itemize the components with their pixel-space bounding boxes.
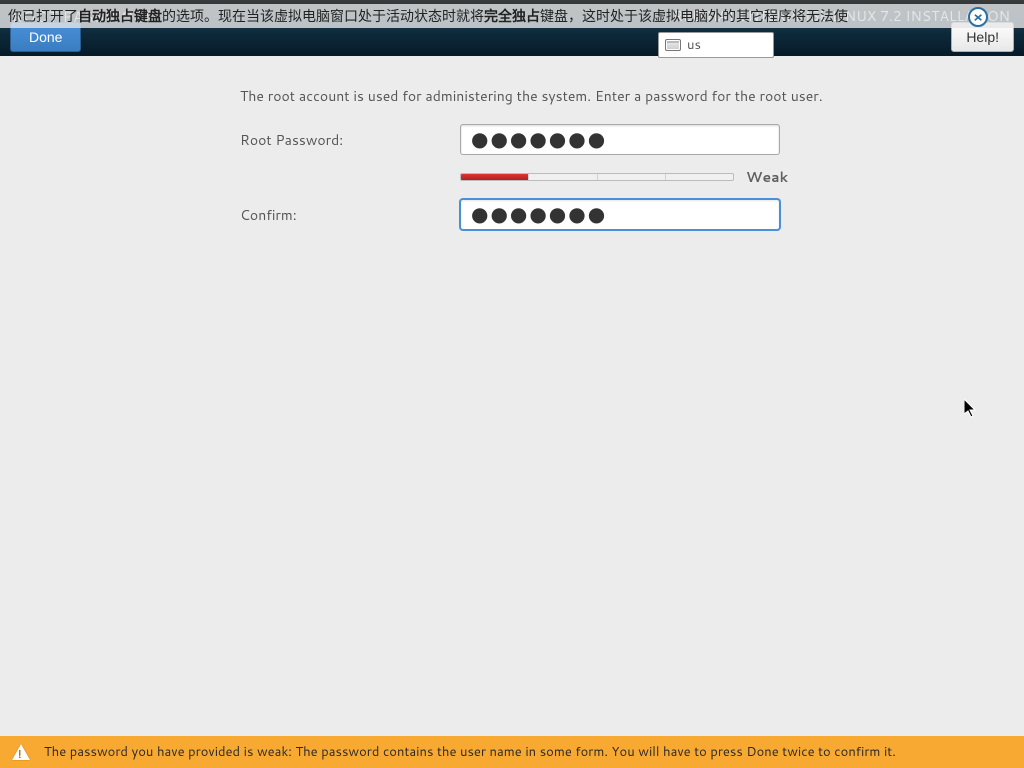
strength-seg-1	[461, 174, 529, 180]
keyboard-icon	[665, 39, 681, 51]
password-strength-meter	[460, 173, 734, 181]
notice-text-bold1: 自动独占键盘	[78, 6, 162, 26]
vm-keyboard-capture-notice: 你已打开了 自动独占键盘 的选项。现在当该虚拟电脑窗口处于活动状态时就将 完全独…	[0, 4, 1024, 28]
warning-text: The password you have provided is weak: …	[44, 743, 896, 761]
warning-bar: The password you have provided is weak: …	[0, 736, 1024, 768]
password-strength-row: Weak	[0, 167, 1024, 187]
main-content: The root account is used for administeri…	[0, 56, 1024, 230]
confirm-password-input[interactable]: ●●●●●●●	[460, 199, 780, 230]
root-password-label: Root Password:	[0, 130, 460, 150]
notice-text-post: 键盘，这时处于该虚拟电脑外的其它程序将无法使	[540, 6, 848, 26]
keyboard-layout-selector[interactable]: us	[658, 32, 774, 58]
strength-seg-2	[529, 174, 597, 180]
notice-text-pre: 你已打开了	[8, 6, 78, 26]
password-strength-label: Weak	[746, 167, 788, 187]
keyboard-layout-label: us	[687, 36, 701, 54]
confirm-password-label: Confirm:	[0, 205, 460, 225]
top-bar: ROOT PASSWORD RED HAT ENTERPRISE LINUX 7…	[0, 0, 1024, 56]
confirm-password-row: Confirm: ●●●●●●●	[0, 199, 1024, 230]
strength-seg-4	[666, 174, 733, 180]
notice-text-mid: 的选项。现在当该虚拟电脑窗口处于活动状态时就将	[162, 6, 484, 26]
instruction-text: The root account is used for administeri…	[240, 86, 1024, 106]
strength-seg-3	[598, 174, 666, 180]
root-password-input[interactable]: ●●●●●●●	[460, 124, 780, 155]
close-icon[interactable]: ×	[968, 7, 988, 27]
notice-text-bold2: 完全独占	[484, 6, 540, 26]
root-password-row: Root Password: ●●●●●●●	[0, 124, 1024, 155]
warning-icon	[12, 744, 30, 760]
